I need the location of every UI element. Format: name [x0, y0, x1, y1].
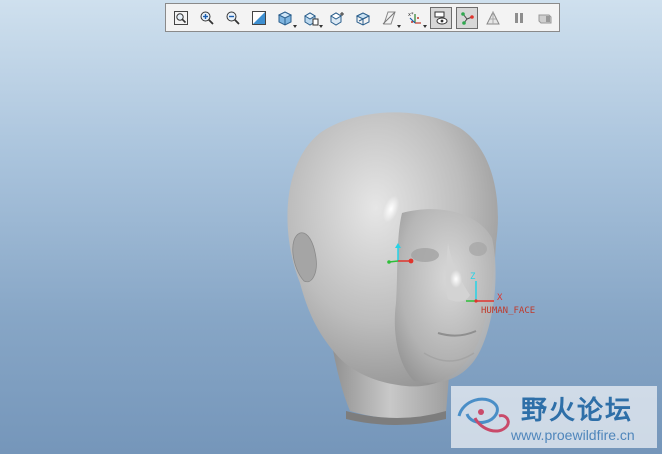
annotation-display-button[interactable] — [430, 6, 452, 29]
dropdown-arrow-icon — [397, 24, 401, 28]
repaint-button[interactable] — [248, 7, 270, 29]
watermark: 野火论坛 www.proewildfire.cn — [451, 386, 657, 448]
render-icon — [538, 14, 552, 23]
x-axis-label: X — [497, 293, 503, 303]
zoom-in-icon — [200, 11, 214, 25]
proewildfire-logo-icon — [457, 397, 510, 433]
zoom-out-icon — [226, 11, 240, 25]
pause-icon — [515, 12, 523, 23]
face — [394, 209, 496, 383]
datum-display-icon: x* — [408, 12, 421, 24]
view-toolbar: x* — [165, 3, 560, 32]
datum-planes-icon — [382, 11, 396, 24]
display-style-button[interactable] — [274, 7, 297, 29]
watermark-title: 野火论坛 — [521, 396, 634, 426]
datum-planes-button[interactable] — [378, 7, 401, 29]
spin-center-icon — [461, 11, 474, 25]
dropdown-arrow-icon — [319, 24, 323, 28]
render-button[interactable] — [534, 7, 556, 29]
dropdown-arrow-icon — [423, 24, 427, 28]
zoom-in-button[interactable] — [196, 7, 218, 29]
reorient-button[interactable] — [352, 7, 374, 29]
annotation-display-icon — [434, 11, 448, 24]
z-axis-label: Z — [470, 272, 476, 282]
saved-orientations-icon — [304, 11, 319, 26]
watermark-url: www.proewildfire.cn — [511, 427, 635, 443]
spin-center-button[interactable] — [456, 6, 478, 29]
view-manager-button[interactable] — [326, 7, 348, 29]
csys-name-label: HUMAN_FACE — [481, 306, 535, 316]
refit-icon — [174, 10, 188, 25]
perspective-icon — [486, 10, 500, 24]
reorient-icon — [355, 11, 371, 26]
view-manager-icon — [330, 11, 344, 26]
display-style-icon — [277, 10, 293, 26]
zoom-out-button[interactable] — [222, 7, 244, 29]
datum-display-button[interactable]: x* — [404, 7, 427, 29]
pause-button[interactable] — [508, 7, 530, 29]
saved-orientations-button[interactable] — [300, 7, 323, 29]
repaint-icon — [252, 10, 266, 25]
perspective-button[interactable] — [482, 7, 504, 29]
dropdown-arrow-icon — [293, 24, 297, 28]
refit-button[interactable] — [170, 7, 192, 29]
svg-text:x*: x* — [408, 12, 414, 18]
